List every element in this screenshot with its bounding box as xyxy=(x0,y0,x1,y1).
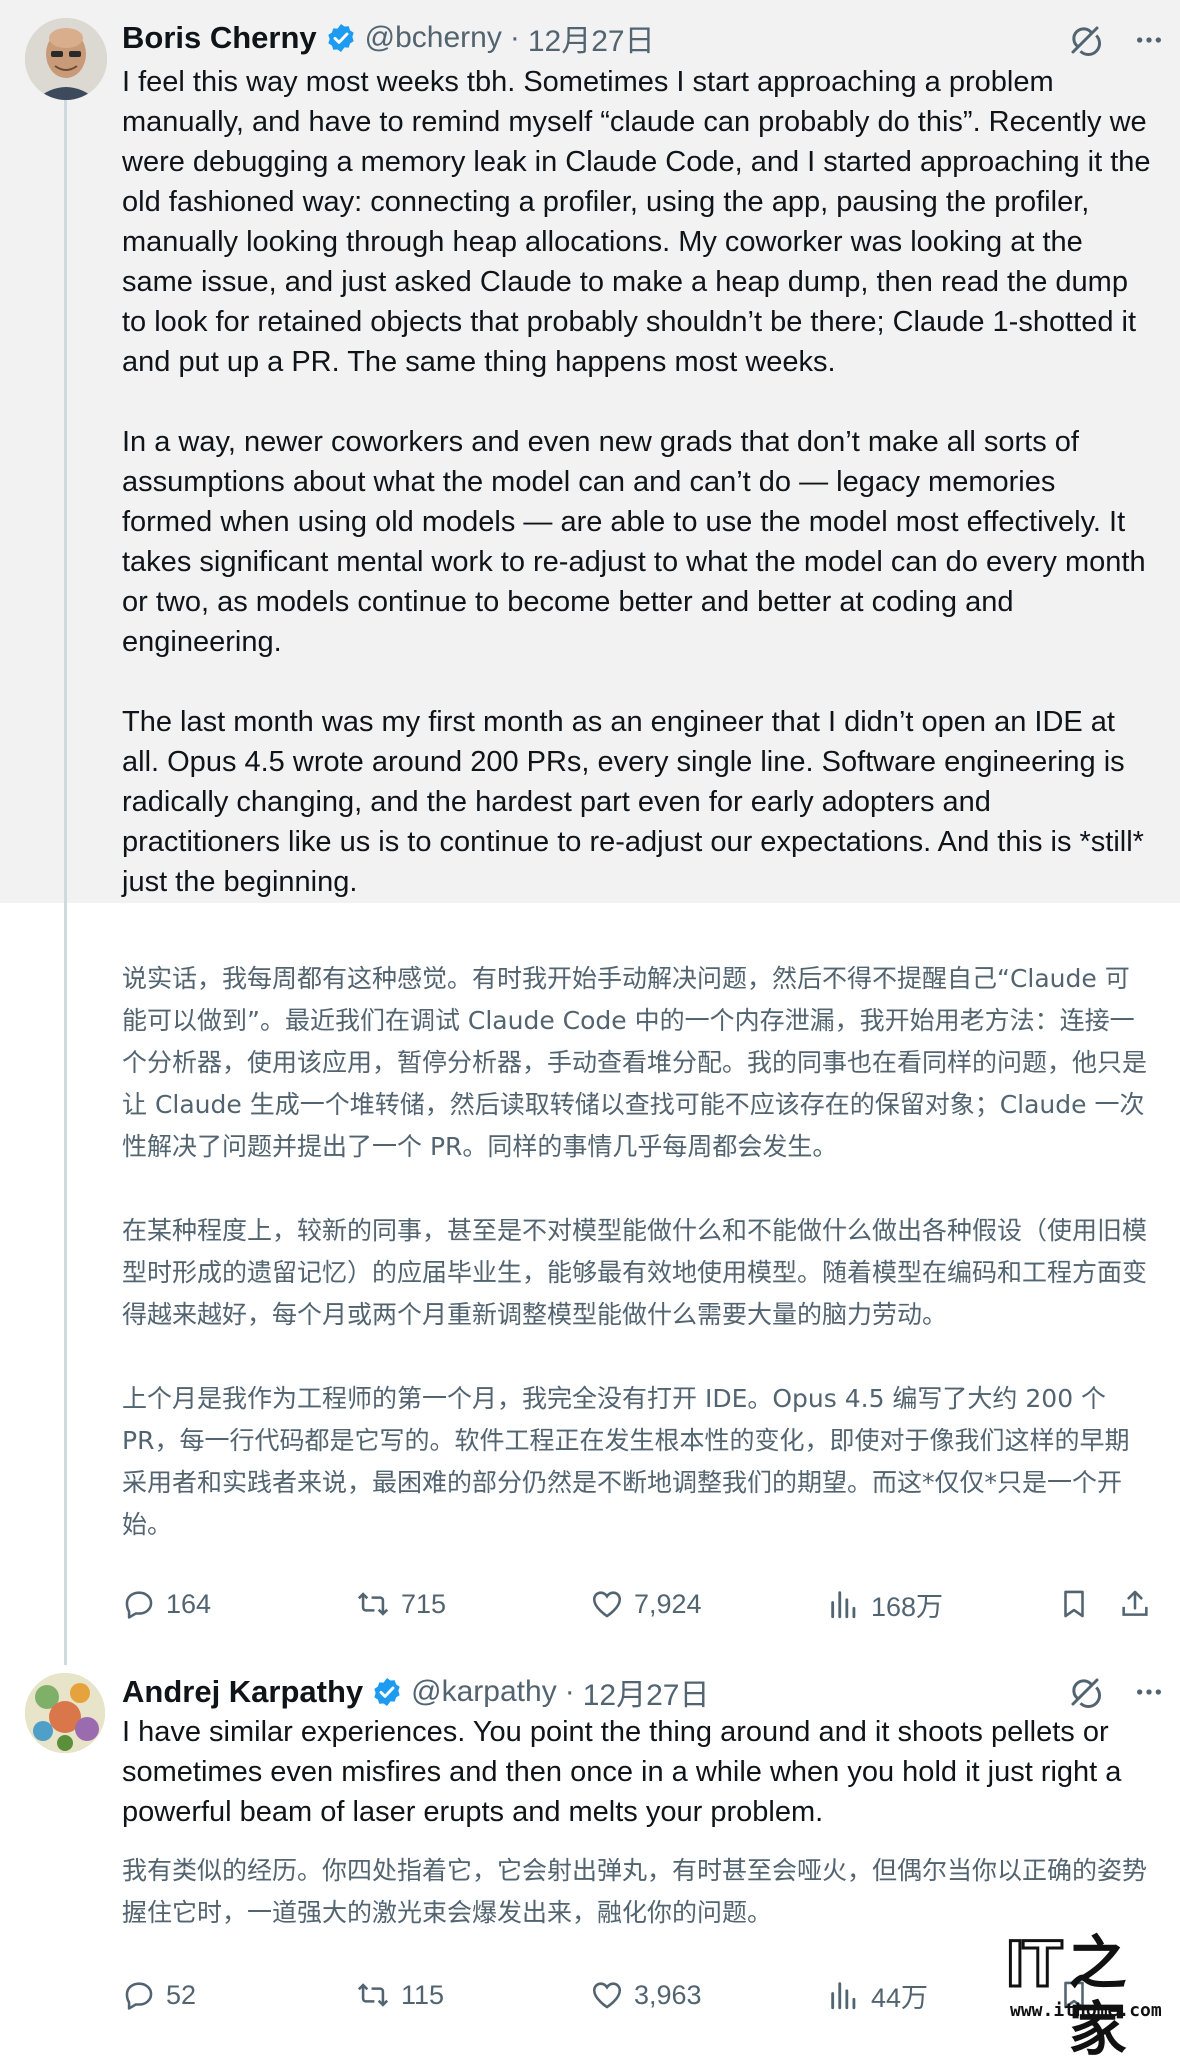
tweet-date[interactable]: 12月27日 xyxy=(528,16,655,60)
like-icon xyxy=(592,1591,622,1618)
watermark-logo-han: 之家 xyxy=(1068,1929,1127,2063)
retweet-button[interactable]: 115 xyxy=(355,1978,444,2012)
more-icon[interactable] xyxy=(1130,1673,1168,1711)
translation-paragraph: 说实话，我每周都有这种感觉。有时我开始手动解决问题，然后不得不提醒自己“Clau… xyxy=(122,964,1148,1161)
tweet-paragraph: In a way, newer coworkers and even new g… xyxy=(122,426,1146,658)
thread-connector-line xyxy=(64,100,67,1665)
reply-icon xyxy=(125,1982,153,2010)
views-icon xyxy=(831,1591,856,1619)
like-button[interactable]: 7,924 xyxy=(590,1587,702,1621)
reply-button[interactable]: 52 xyxy=(122,1978,196,2012)
author-name[interactable]: Boris Cherny xyxy=(122,20,317,56)
avatar-andrej-karpathy[interactable] xyxy=(25,1673,105,1753)
bookmark-button[interactable] xyxy=(1057,1587,1101,1621)
more-icon[interactable] xyxy=(1130,21,1168,59)
retweet-button[interactable]: 715 xyxy=(355,1587,446,1621)
like-count: 7,924 xyxy=(634,1588,702,1619)
verified-badge-icon xyxy=(325,22,357,54)
watermark-logo-it: IT xyxy=(1005,1926,1065,2000)
watermark-logo: IT 之家 xyxy=(1005,1926,1170,2063)
like-button[interactable]: 3,963 xyxy=(590,1978,702,2012)
retweet-count: 115 xyxy=(401,1979,445,2010)
avatar-boris-cherny[interactable] xyxy=(25,18,107,100)
translation-paragraph: 在某种程度上，较新的同事，甚至是不对模型能做什么和不能做什么做出各种假设（使用旧… xyxy=(122,1216,1148,1329)
tweet-action-bar: 164 715 7,924 168万 xyxy=(122,1582,1162,1626)
retweet-count: 715 xyxy=(401,1588,447,1619)
share-button[interactable] xyxy=(1118,1587,1162,1621)
grok-icon[interactable] xyxy=(1066,21,1104,59)
ithome-watermark: IT 之家 www.ithome.com xyxy=(1000,1920,1170,2063)
translation-paragraph: 上个月是我作为工程师的第一个月，我完全没有打开 IDE。Opus 4.5 编写了… xyxy=(122,1384,1130,1539)
author-name[interactable]: Andrej Karpathy xyxy=(122,1674,363,1710)
views-icon xyxy=(831,1982,856,2010)
reply-icon xyxy=(125,1591,153,1619)
tweet-paragraph: I feel this way most weeks tbh. Sometime… xyxy=(122,66,1151,378)
tweet-top-actions xyxy=(1066,1672,1168,1712)
tweet-body-english: I feel this way most weeks tbh. Sometime… xyxy=(122,62,1152,902)
translation-paragraph: 我有类似的经历。你四处指着它，它会射出弹丸，有时甚至会哑火，但偶尔当你以正确的姿… xyxy=(122,1856,1148,1927)
tweet-header: Andrej Karpathy @karpathy · 12月27日 xyxy=(122,1672,709,1712)
views-button[interactable]: 44万 xyxy=(827,1976,928,2015)
grok-icon[interactable] xyxy=(1066,1673,1104,1711)
reply-count: 52 xyxy=(166,1979,197,2010)
retweet-icon xyxy=(357,1592,389,1616)
like-icon xyxy=(592,1982,622,2009)
verified-badge-icon xyxy=(371,1676,403,1708)
tweet-paragraph: The last month was my first month as an … xyxy=(122,706,1144,898)
separator-dot: · xyxy=(564,1675,575,1708)
tweet-header: Boris Cherny @bcherny · 12月27日 xyxy=(122,18,655,58)
reply-button[interactable]: 164 xyxy=(122,1587,211,1621)
share-icon xyxy=(1122,1590,1148,1616)
views-count: 168万 xyxy=(871,1591,944,1622)
separator-dot: · xyxy=(509,21,520,54)
bookmark-icon xyxy=(1064,1590,1084,1618)
tweet-top-actions xyxy=(1066,20,1168,60)
views-button[interactable]: 168万 xyxy=(827,1585,943,1624)
author-handle[interactable]: @karpathy xyxy=(411,1675,557,1709)
reply-count: 164 xyxy=(166,1588,212,1619)
tweet-body-english: I have similar experiences. You point th… xyxy=(122,1712,1152,1832)
retweet-icon xyxy=(357,1983,389,2007)
tweet-date[interactable]: 12月27日 xyxy=(583,1670,710,1714)
tweet-translation-chinese: 我有类似的经历。你四处指着它，它会射出弹丸，有时甚至会哑火，但偶尔当你以正确的姿… xyxy=(122,1850,1152,1934)
watermark-url: www.ithome.com xyxy=(1010,2000,1162,2021)
author-handle[interactable]: @bcherny xyxy=(365,21,502,55)
like-count: 3,963 xyxy=(634,1979,702,2010)
tweet-paragraph: I have similar experiences. You point th… xyxy=(122,1716,1122,1828)
tweet-translation-chinese: 说实话，我每周都有这种感觉。有时我开始手动解决问题，然后不得不提醒自己“Clau… xyxy=(122,958,1152,1546)
views-count: 44万 xyxy=(871,1982,929,2013)
